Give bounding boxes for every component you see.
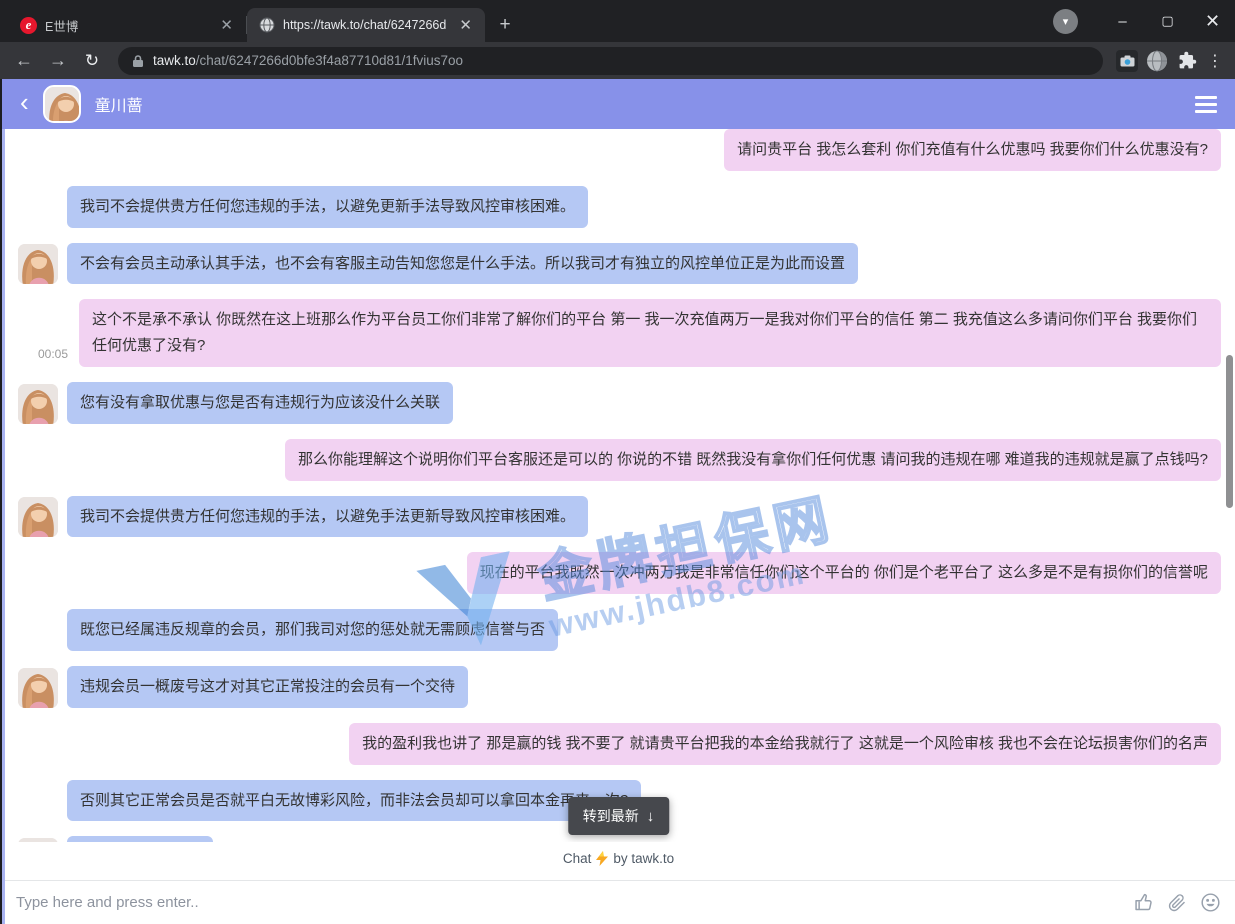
message-timestamp: 00:05 xyxy=(38,347,68,361)
agent-message-bubble: 违规会员一概废号这才对其它正常投注的会员有一个交待 xyxy=(67,666,468,708)
globe-extension-icon[interactable] xyxy=(1143,47,1171,75)
address-bar[interactable]: tawk.to/chat/6247266d0bfe3f4a87710d81/1f… xyxy=(118,47,1103,75)
message-row: 不会有会员主动承认其手法，也不会有客服主动告知您您是什么手法。所以我司才有独立的… xyxy=(18,243,1221,285)
message-input-bar xyxy=(2,880,1235,924)
lightning-bolt-icon xyxy=(596,851,608,866)
browser-titlebar: e E世博 ✕ https://tawk.to/chat/6247266d ✕ … xyxy=(0,0,1235,42)
globe-favicon-icon xyxy=(259,17,275,33)
browser-tab-esports[interactable]: e E世博 ✕ xyxy=(8,8,246,42)
visitor-message-bubble: 现在的平台我既然一次冲两万我是非常信任你们这个平台的 你们是个老平台了 这么多是… xyxy=(467,552,1221,594)
thumbs-up-icon[interactable] xyxy=(1133,892,1154,913)
attachment-paperclip-icon[interactable] xyxy=(1167,892,1187,913)
hamburger-menu-icon[interactable] xyxy=(1195,96,1217,113)
message-input[interactable] xyxy=(16,894,1121,911)
forward-button[interactable]: → xyxy=(42,46,74,76)
tawk-branding[interactable]: Chat by tawk.to xyxy=(2,842,1235,874)
agent-avatar xyxy=(45,87,79,121)
jump-to-latest-button[interactable]: 转到最新 ↓ xyxy=(568,797,670,835)
branding-chat-label: Chat xyxy=(563,851,592,866)
lock-icon xyxy=(132,54,144,68)
agent-avatar-image xyxy=(18,244,58,284)
new-tab-button[interactable]: + xyxy=(491,11,519,39)
browser-toolbar: ← → ↻ tawk.to/chat/6247266d0bfe3f4a87710… xyxy=(0,42,1235,79)
visitor-message-bubble: 那么你能理解这个说明你们平台客服还是可以的 你说的不错 既然我没有拿你们任何优惠… xyxy=(285,439,1221,481)
message-row: 00:05 这个不是承不承认 你既然在这上班那么作为平台员工你们非常了解你们的平台… xyxy=(18,299,1221,367)
agent-avatar xyxy=(18,668,58,708)
message-row: 现在的平台我既然一次冲两万我是非常信任你们这个平台的 你们是个老平台了 这么多是… xyxy=(18,552,1221,594)
back-button[interactable]: ← xyxy=(8,46,40,76)
url-path: /chat/6247266d0bfe3f4a87710d81/1fvius7oo xyxy=(196,53,463,68)
esports-favicon-icon: e xyxy=(20,17,37,34)
tab-title: https://tawk.to/chat/6247266d xyxy=(283,18,448,32)
visitor-message-bubble: 这个不是承不承认 你既然在这上班那么作为平台员工你们非常了解你们的平台 第一 我… xyxy=(79,299,1221,367)
maximize-button[interactable]: ▢ xyxy=(1145,0,1190,42)
message-row: 我司不会提供贵方任何您违规的手法，以避免手法更新导致风控审核困难。 xyxy=(18,496,1221,538)
message-row: 我司不会提供贵方任何您违规的手法，以避免更新手法导致风控审核困难。 xyxy=(18,186,1221,228)
agent-message-bubble: 否则其它正常会员是否就平白无故博彩风险，而非法会员却可以拿回本金再来一次? xyxy=(67,780,641,822)
agent-avatar-image xyxy=(45,87,81,123)
message-row: 请问贵平台 我怎么套利 你们充值有什么优惠吗 我要你们什么优惠没有? xyxy=(18,129,1221,171)
browser-tab-tawk-chat[interactable]: https://tawk.to/chat/6247266d ✕ xyxy=(247,8,485,42)
agent-avatar xyxy=(18,244,58,284)
message-row: 我的盈利我也讲了 那是赢的钱 我不要了 就请贵平台把我的本金给我就行了 这就是一… xyxy=(18,723,1221,765)
message-row: 违规会员一概废号这才对其它正常投注的会员有一个交待 xyxy=(18,666,1221,708)
agent-avatar-image xyxy=(18,668,58,708)
chat-header: ‹ 童川蔷 xyxy=(2,79,1235,129)
agent-message-bubble: 我司不会提供贵方任何您违规的手法，以避免更新手法导致风控审核困难。 xyxy=(67,186,588,228)
agent-avatar-image xyxy=(18,384,58,424)
chat-message-list: 请问贵平台 我怎么套利 你们充值有什么优惠吗 我要你们什么优惠没有? 我司不会提供… xyxy=(2,129,1235,842)
agent-avatar xyxy=(18,497,58,537)
camera-icon xyxy=(1120,55,1135,67)
tab-close-icon[interactable]: ✕ xyxy=(456,16,475,34)
emoji-smiley-icon[interactable] xyxy=(1200,892,1221,913)
scrollbar-thumb[interactable] xyxy=(1226,355,1233,508)
tab-close-icon[interactable]: ✕ xyxy=(217,16,236,34)
agent-avatar xyxy=(18,384,58,424)
screenshot-extension-icon[interactable] xyxy=(1113,47,1141,75)
url-text: tawk.to/chat/6247266d0bfe3f4a87710d81/1f… xyxy=(153,53,463,68)
agent-avatar-image xyxy=(18,838,58,842)
down-arrow-icon: ↓ xyxy=(647,808,655,825)
close-window-button[interactable]: ✕ xyxy=(1190,0,1235,42)
tawk-chat-page: ‹ 童川蔷 请问贵平台 我怎么套利 你们充值有什么优惠吗 我要你们什么优惠没有?… xyxy=(0,79,1235,924)
visitor-message-bubble: 请问贵平台 我怎么套利 你们充值有什么优惠吗 我要你们什么优惠没有? xyxy=(724,129,1221,171)
back-chevron-icon[interactable]: ‹ xyxy=(20,89,29,115)
branding-by-label: by tawk.to xyxy=(613,851,674,866)
url-domain: tawk.to xyxy=(153,53,196,68)
agent-message-bubble: 我司不会提供贵方任何您违规的手法，以避免手法更新导致风控审核困难。 xyxy=(67,496,588,538)
agent-avatar-image xyxy=(18,497,58,537)
extensions-puzzle-icon[interactable] xyxy=(1173,47,1201,75)
message-row: 您有没有拿取优惠与您是否有违规行为应该没什么关联 xyxy=(18,382,1221,424)
media-controls-button[interactable]: ▾ xyxy=(1053,9,1078,34)
visitor-message-bubble: 我的盈利我也讲了 那是赢的钱 我不要了 就请贵平台把我的本金给我就行了 这就是一… xyxy=(349,723,1221,765)
reload-button[interactable]: ↻ xyxy=(76,46,108,76)
message-row: 这样才叫有损信誉 xyxy=(18,836,1221,842)
message-row: 既您已经属违反规章的会员，那们我司对您的惩处就无需顾虑信誉与否 xyxy=(18,609,1221,651)
minimize-button[interactable]: – xyxy=(1100,0,1145,42)
jump-to-latest-label: 转到最新 xyxy=(583,806,639,826)
browser-menu-icon[interactable]: ⋮ xyxy=(1203,51,1227,71)
agent-avatar xyxy=(18,838,58,842)
agent-name: 童川蔷 xyxy=(95,92,143,116)
agent-message-bubble: 您有没有拿取优惠与您是否有违规行为应该没什么关联 xyxy=(67,382,453,424)
message-row: 那么你能理解这个说明你们平台客服还是可以的 你说的不错 既然我没有拿你们任何优惠… xyxy=(18,439,1221,481)
agent-message-bubble: 既您已经属违反规章的会员，那们我司对您的惩处就无需顾虑信誉与否 xyxy=(67,609,558,651)
tab-title: E世博 xyxy=(45,16,209,35)
agent-message-bubble: 这样才叫有损信誉 xyxy=(67,836,213,842)
agent-message-bubble: 不会有会员主动承认其手法，也不会有客服主动告知您您是什么手法。所以我司才有独立的… xyxy=(67,243,858,285)
page-left-accent xyxy=(2,129,5,924)
header-avatar xyxy=(43,85,81,123)
